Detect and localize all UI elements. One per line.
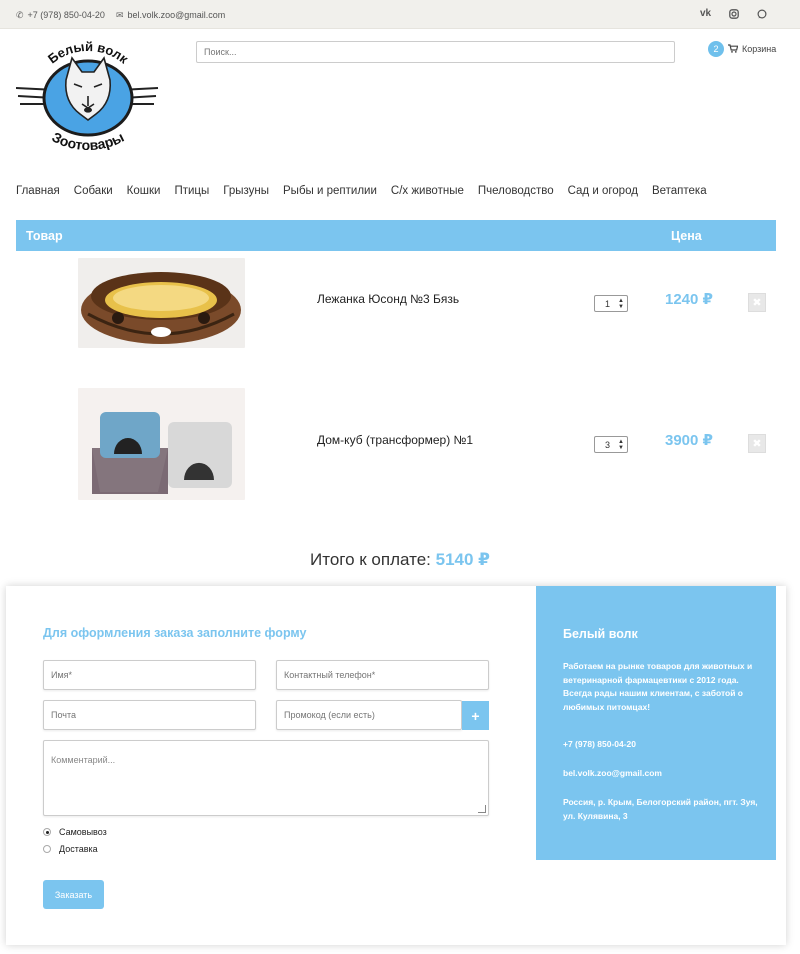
radio-selected-icon[interactable] [43,828,51,836]
company-phone[interactable]: +7 (978) 850-04-20 [563,738,758,752]
nav-item-garden[interactable]: Сад и огород [568,185,638,197]
close-icon: ✖ [752,438,762,450]
radio-unselected-icon[interactable] [43,845,51,853]
total-value: 5140 ₽ [435,550,490,569]
total-label: Итого к оплате: [310,550,431,569]
product-price: 1240 ₽ [665,291,713,308]
topbar-phone[interactable]: ✆ +7 (978) 850-04-20 [16,10,105,20]
cart-label: Корзина [742,44,777,54]
email-field[interactable] [43,700,256,730]
nav-item-beekeeping[interactable]: Пчеловодство [478,185,554,197]
resize-handle-icon[interactable] [478,805,486,813]
promo-code-field[interactable] [276,700,462,730]
company-name: Белый волк [563,627,638,641]
quantity-value: 1 [605,298,611,309]
plus-icon: + [471,707,480,724]
form-title: Для оформления заказа заполните форму [43,626,307,640]
radio-delivery[interactable]: Доставка [43,844,98,854]
radio-delivery-label: Доставка [59,844,98,854]
cart-count-badge: 2 [708,41,724,57]
company-about: Работаем на рынке товаров для животных и… [563,661,753,712]
nav-item-cats[interactable]: Кошки [127,185,161,197]
close-icon: ✖ [752,297,762,309]
product-image-house[interactable] [78,388,245,500]
product-price: 3900 ₽ [665,432,713,449]
phone-icon: ✆ [16,9,24,20]
quantity-value: 3 [605,439,611,450]
nav-item-vet-pharmacy[interactable]: Ветаптека [652,185,707,197]
company-address: Россия, р. Крым, Белогорский район, пгт.… [563,797,758,821]
company-email[interactable]: bel.volk.zoo@gmail.com [563,767,758,781]
shopping-cart-icon [728,43,739,55]
product-name[interactable]: Дом-куб (трансформер) №1 [317,433,473,447]
quantity-stepper[interactable]: 1 ▲ ▼ [594,295,628,312]
cart-link[interactable]: 2 Корзина [708,41,776,57]
topbar-email[interactable]: ✉ bel.volk.zoo@gmail.com [116,10,225,20]
topbar-email-text: bel.volk.zoo@gmail.com [127,10,226,20]
nav-item-rodents[interactable]: Грызуны [223,185,269,197]
main-nav: Главная Собаки Кошки Птицы Грызуны Рыбы … [16,185,721,197]
order-total: Итого к оплате: 5140 ₽ [0,550,800,570]
top-bar: ✆ +7 (978) 850-04-20 ✉ bel.volk.zoo@gmai… [0,0,800,29]
stepper-arrows-icon[interactable]: ▲ ▼ [618,439,624,451]
phone-field[interactable] [276,660,489,690]
stepper-arrows-icon[interactable]: ▲ ▼ [618,298,624,310]
comment-placeholder: Комментарий... [51,755,116,765]
column-header-price: Цена [671,229,702,243]
submit-order-button[interactable]: Заказать [43,880,104,909]
column-header-product: Товар [26,229,63,243]
cart-table-header: Товар Цена [16,220,776,251]
search-input[interactable] [196,41,675,63]
remove-item-button[interactable]: ✖ [748,434,766,453]
remove-item-button[interactable]: ✖ [748,293,766,312]
logo[interactable]: Белый волк Зоотовары [15,39,160,153]
name-field[interactable] [43,660,256,690]
comment-field[interactable]: Комментарий... [43,740,489,816]
whatsapp-icon[interactable] [757,9,767,22]
quantity-stepper[interactable]: 3 ▲ ▼ [594,436,628,453]
vk-icon[interactable]: vk [700,9,711,19]
product-name[interactable]: Лежанка Юсонд №3 Бязь [317,292,459,306]
envelope-icon: ✉ [116,9,124,20]
nav-item-birds[interactable]: Птицы [174,185,209,197]
nav-item-farm-animals[interactable]: С/х животные [391,185,464,197]
nav-item-dogs[interactable]: Собаки [74,185,113,197]
product-image-bed[interactable] [78,258,245,348]
topbar-phone-text: +7 (978) 850-04-20 [27,10,105,20]
company-info-panel: Белый волк Работаем на рынке товаров для… [536,586,776,860]
radio-pickup[interactable]: Самовывоз [43,827,107,837]
apply-promo-button[interactable]: + [462,701,489,730]
instagram-icon[interactable] [729,9,739,22]
nav-item-fish-reptiles[interactable]: Рыбы и рептилии [283,185,377,197]
nav-item-home[interactable]: Главная [16,185,60,197]
radio-pickup-label: Самовывоз [59,827,107,837]
